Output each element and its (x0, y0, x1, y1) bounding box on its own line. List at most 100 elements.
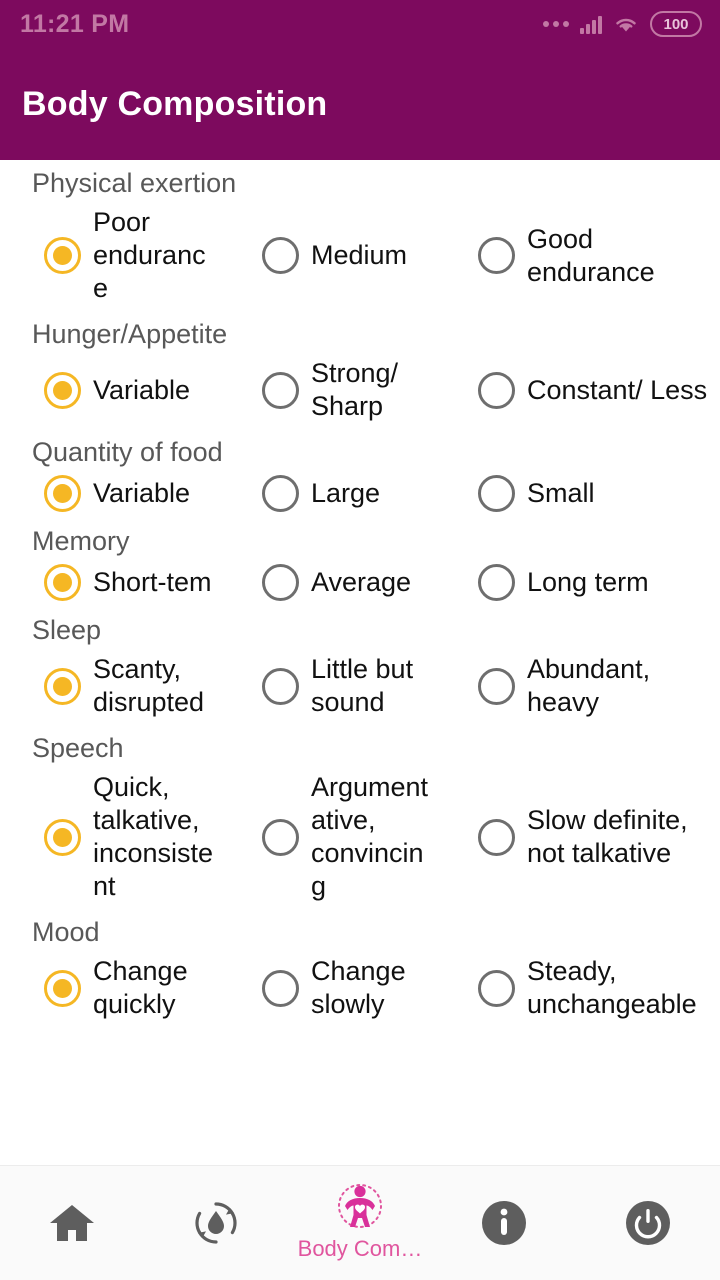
radio-button[interactable] (262, 667, 299, 705)
radio-option[interactable]: Abundant, heavy (438, 653, 720, 719)
radio-option[interactable]: Large (220, 475, 438, 512)
nav-item-home[interactable] (0, 1166, 144, 1280)
question-label: Speech (32, 733, 124, 763)
radio-option-label: Average (311, 567, 412, 597)
info-icon (478, 1197, 530, 1249)
question-group: Sleep Scanty, disrupted Little but sound Ab… (0, 607, 720, 725)
radio-option-label: Steady, unchangeable (527, 956, 697, 1019)
radio-button[interactable] (478, 237, 515, 274)
radio-option-label: Medium (311, 240, 408, 270)
radio-button[interactable] (262, 564, 299, 601)
nav-item-body-composition[interactable]: Body Com… (288, 1166, 432, 1280)
radio-option-label: Constant/ Less (527, 374, 708, 405)
radio-option[interactable]: Good endurance (438, 206, 720, 305)
radio-option-label: Change slowly (311, 956, 406, 1019)
nav-item-metabolism[interactable] (144, 1166, 288, 1280)
radio-button-selected[interactable] (44, 371, 81, 409)
radio-option[interactable]: Argumentative, convincing (220, 771, 438, 903)
battery-icon: 100 (650, 11, 702, 37)
status-icons: 100 (543, 11, 702, 37)
form-content[interactable]: Physical exertion Poor endurance Medium Goo… (0, 160, 720, 1165)
radio-option-label: Scanty, disrupted (93, 654, 205, 717)
radio-option[interactable]: Average (220, 564, 438, 601)
question-label: Quantity of food (32, 437, 223, 467)
status-time: 11:21 PM (20, 9, 130, 38)
radio-group: Variable Strong/ Sharp Constant/ Less (0, 353, 720, 429)
radio-option-label: Variable (93, 478, 191, 508)
radio-option[interactable]: Short-tem (0, 564, 220, 601)
question-label: Physical exertion (32, 168, 237, 198)
radio-button[interactable] (262, 969, 299, 1007)
radio-button[interactable] (262, 371, 299, 409)
radio-button[interactable] (478, 667, 515, 705)
radio-option[interactable]: Medium (220, 206, 438, 305)
radio-group: Short-tem Average Long term (0, 560, 720, 607)
radio-option[interactable]: Quick, talkative, inconsistent (0, 771, 220, 903)
radio-option-label: Quick, talkative, inconsistent (93, 772, 214, 901)
radio-option[interactable]: Long term (438, 564, 720, 601)
radio-button[interactable] (262, 475, 299, 512)
home-icon (46, 1197, 98, 1249)
nav-item-power[interactable] (576, 1166, 720, 1280)
question-group: Hunger/Appetite Variable Strong/ Sharp Cons… (0, 311, 720, 429)
radio-option[interactable]: Change slowly (220, 955, 438, 1021)
radio-option-label: Good endurance (527, 223, 655, 287)
body-composition-icon (334, 1182, 386, 1234)
radio-option-label: Change quickly (93, 956, 188, 1019)
radio-button[interactable] (478, 475, 515, 512)
radio-button[interactable] (262, 237, 299, 274)
radio-option[interactable]: Constant/ Less (438, 357, 720, 423)
radio-option-label: Poor endurance (93, 207, 206, 303)
radio-button-selected[interactable] (44, 475, 81, 512)
radio-option-label: Large (311, 478, 381, 508)
radio-option-label: Argumentative, convincing (311, 772, 429, 901)
page-title: Body Composition (22, 84, 328, 123)
radio-option-label: Strong/ Sharp (311, 358, 399, 421)
wifi-icon (613, 14, 639, 34)
signal-icon (580, 14, 602, 34)
status-bar: 11:21 PM 100 (0, 0, 720, 48)
radio-group: Scanty, disrupted Little but sound Abundan… (0, 649, 720, 725)
radio-button-selected[interactable] (44, 969, 81, 1007)
question-group: Memory Short-tem Average Long term (0, 518, 720, 607)
app-bar: Body Composition (0, 48, 720, 160)
radio-option[interactable]: Little but sound (220, 653, 438, 719)
radio-button[interactable] (478, 564, 515, 601)
radio-option[interactable]: Scanty, disrupted (0, 653, 220, 719)
radio-option[interactable]: Variable (0, 357, 220, 423)
radio-button[interactable] (262, 818, 299, 856)
radio-button[interactable] (478, 818, 515, 856)
question-label: Mood (32, 917, 100, 947)
radio-button-selected[interactable] (44, 564, 81, 601)
radio-button[interactable] (478, 371, 515, 409)
radio-button-selected[interactable] (44, 667, 81, 705)
question-group: Mood Change quickly Change slowly Steady, u… (0, 909, 720, 1027)
question-group: Speech Quick, talkative, inconsistent Argu… (0, 725, 720, 909)
radio-option-label: Little but sound (311, 654, 414, 717)
radio-group: Variable Large Small (0, 471, 720, 518)
radio-group: Poor endurance Medium Good endurance (0, 202, 720, 311)
radio-option[interactable]: Poor endurance (0, 206, 220, 305)
radio-option-label: Long term (527, 567, 649, 597)
radio-option[interactable]: Change quickly (0, 955, 220, 1021)
radio-option[interactable]: Strong/ Sharp (220, 357, 438, 423)
radio-button[interactable] (478, 969, 515, 1007)
radio-option-label: Small (527, 478, 595, 508)
radio-option[interactable]: Slow definite, not talkative (438, 771, 720, 903)
nav-item-info[interactable] (432, 1166, 576, 1280)
radio-button-selected[interactable] (44, 237, 81, 274)
radio-option-label: Variable (93, 374, 191, 405)
radio-button-selected[interactable] (44, 818, 81, 856)
radio-group: Change quickly Change slowly Steady, uncha… (0, 951, 720, 1027)
question-group: Physical exertion Poor endurance Medium Goo… (0, 160, 720, 311)
radio-option[interactable]: Steady, unchangeable (438, 955, 720, 1021)
radio-group: Quick, talkative, inconsistent Argumentat… (0, 767, 720, 909)
battery-level: 100 (663, 15, 689, 33)
radio-option[interactable]: Small (438, 475, 720, 512)
water-cycle-icon (190, 1197, 242, 1249)
radio-option-label: Short-tem (93, 567, 212, 597)
nav-label-body-composition: Body Com… (297, 1236, 423, 1261)
app-screen: 11:21 PM 100 Body Composition Physical e… (0, 0, 720, 1280)
radio-option[interactable]: Variable (0, 475, 220, 512)
power-icon (622, 1197, 674, 1249)
